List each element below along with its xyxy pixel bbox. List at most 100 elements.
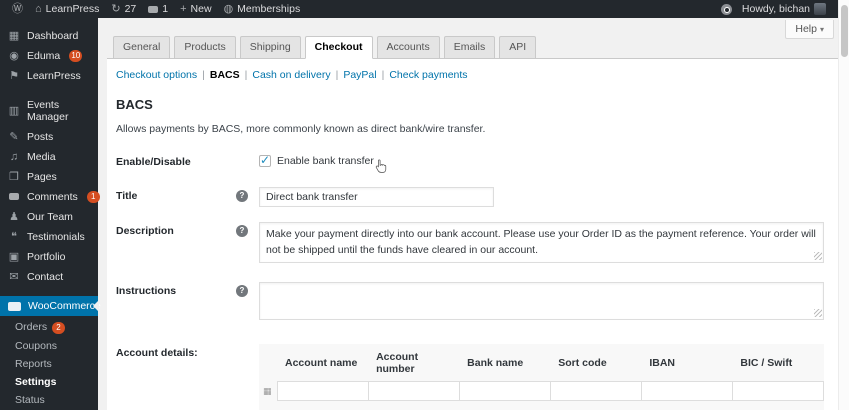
subnav-paypal[interactable]: PayPal: [343, 69, 376, 81]
tab-checkout[interactable]: Checkout: [304, 36, 373, 59]
eduma-icon: ◉: [9, 49, 19, 62]
plus-icon: +: [180, 2, 187, 15]
tab-products[interactable]: Products: [174, 36, 236, 59]
site-name: LearnPress: [45, 3, 100, 15]
woocommerce-icon: [8, 301, 21, 311]
orders-badge: 2: [52, 322, 66, 334]
site-link[interactable]: ⌂ LearnPress: [29, 3, 105, 15]
instructions-row: Instructions ?: [116, 282, 824, 320]
sidebar-item-eduma[interactable]: ◉ Eduma 10: [0, 46, 98, 66]
tab-shipping[interactable]: Shipping: [239, 36, 301, 59]
bank-name-input[interactable]: [459, 382, 550, 400]
description-textarea[interactable]: Make your payment directly into our bank…: [259, 222, 824, 263]
contact-icon: ✉: [9, 270, 19, 283]
memberships-label: Memberships: [237, 3, 301, 15]
sidebar-item-woocommerce[interactable]: WooCommerce: [0, 296, 101, 316]
column-account-number: Account number: [376, 351, 419, 375]
wordpress-menu-button[interactable]: Ⓦ: [6, 3, 29, 15]
sidebar-item-posts[interactable]: ✎ Posts: [0, 127, 98, 147]
subnav-cash-on-delivery[interactable]: Cash on delivery: [252, 69, 330, 81]
sidebar-item-portfolio[interactable]: ▣ Portfolio: [0, 247, 98, 267]
updates-button[interactable]: ↻ 27: [105, 3, 142, 15]
pages-icon: ❐: [9, 170, 19, 183]
enable-bank-transfer-checkbox[interactable]: [259, 153, 271, 167]
scrollbar-thumb[interactable]: [841, 5, 848, 57]
column-account-name: Account name: [285, 357, 358, 369]
bic-swift-input[interactable]: [732, 382, 823, 400]
avatar: [814, 3, 826, 15]
settings-tabs: General Products Shipping Checkout Accou…: [107, 36, 838, 59]
submenu-item-settings[interactable]: Settings: [0, 373, 98, 391]
title-label: Title: [116, 190, 138, 202]
instructions-textarea[interactable]: [259, 282, 824, 320]
chevron-down-icon: ▾: [819, 25, 824, 34]
submenu-item-orders[interactable]: Orders 2: [0, 318, 98, 337]
scrollbar[interactable]: [838, 0, 849, 410]
wordpress-admin-screen: Ⓦ ⌂ LearnPress ↻ 27 1 + New ◍ Membership…: [0, 0, 849, 410]
sidebar-item-testimonials[interactable]: ❝ Testimonials: [0, 227, 98, 247]
sidebar-item-contact[interactable]: ✉ Contact: [0, 267, 98, 287]
comments-count: 1: [162, 3, 169, 15]
admin-sidebar: ▦ Dashboard ◉ Eduma 10 ⚑ LearnPress ▥ Ev…: [0, 18, 101, 410]
comments-badge: 1: [86, 191, 100, 203]
home-icon: ⌂: [35, 2, 42, 15]
admin-bar: Ⓦ ⌂ LearnPress ↻ 27 1 + New ◍ Membership…: [0, 0, 838, 18]
testimonials-icon: ❝: [11, 230, 17, 243]
enable-row: Enable/Disable Enable bank transfer: [116, 153, 824, 173]
account-details-panel: Account name Account number Bank name So…: [259, 344, 825, 410]
sidebar-item-media[interactable]: ♫ Media: [0, 147, 98, 167]
eduma-badge: 10: [69, 50, 83, 62]
title-input[interactable]: [259, 187, 494, 207]
sidebar-item-pages[interactable]: ❐ Pages: [0, 167, 98, 187]
sidebar-item-learnpress[interactable]: ⚑ LearnPress: [0, 66, 98, 86]
tab-accounts[interactable]: Accounts: [376, 36, 440, 59]
settings-panel: Checkout options BACS Cash on delivery PayP…: [107, 58, 838, 410]
iban-input[interactable]: [641, 382, 732, 400]
portfolio-icon: ▣: [8, 250, 20, 263]
drag-handle-icon[interactable]: ▦: [263, 386, 272, 396]
main-content: Help ▾ General Products Shipping Checkout…: [98, 18, 849, 410]
account-menu[interactable]: Howdy, bichan: [736, 3, 832, 15]
sidebar-item-comments[interactable]: Comments 1: [0, 187, 100, 207]
memberships-button[interactable]: ◍ Memberships: [218, 3, 307, 15]
subnav-checkout-options[interactable]: Checkout options: [116, 69, 197, 81]
page-title: BACS: [116, 97, 153, 112]
column-iban: IBAN: [649, 357, 675, 369]
submenu-item-coupons[interactable]: Coupons: [0, 337, 98, 355]
help-tip-icon[interactable]: ?: [236, 285, 248, 297]
submenu-item-status[interactable]: Status: [0, 391, 98, 409]
comments-button[interactable]: 1: [142, 3, 174, 15]
dashboard-icon: ▦: [8, 29, 20, 42]
tab-api[interactable]: API: [499, 36, 537, 59]
sidebar-item-our-team[interactable]: ♟ Our Team: [0, 207, 98, 227]
account-details-table: Account name Account number Bank name So…: [259, 345, 825, 401]
updates-count: 27: [124, 3, 137, 15]
cursor-hand-icon: [375, 159, 387, 173]
new-button[interactable]: + New: [174, 3, 217, 15]
media-icon: ♫: [9, 150, 19, 163]
memberships-icon: ◍: [223, 2, 234, 15]
description-row: Description ? Make your payment directly…: [116, 222, 824, 263]
calendar-icon: ▥: [8, 104, 20, 117]
subnav-bacs-current: BACS: [209, 69, 240, 81]
account-number-input[interactable]: [368, 382, 459, 400]
column-sort-code: Sort code: [558, 357, 607, 369]
help-tip-icon[interactable]: ?: [236, 190, 248, 202]
submenu-item-reports[interactable]: Reports: [0, 355, 98, 373]
account-name-input[interactable]: [277, 382, 368, 400]
tab-general[interactable]: General: [113, 36, 171, 59]
tab-emails[interactable]: Emails: [443, 36, 496, 59]
account-details-label: Account details:: [116, 347, 198, 359]
account-details-row: Account details: Account name Account nu…: [116, 344, 825, 410]
section-description: Allows payments by BACS, more commonly k…: [116, 123, 486, 135]
sidebar-item-dashboard[interactable]: ▦ Dashboard: [0, 26, 98, 46]
sidebar-item-events-manager[interactable]: ▥ Events Manager: [0, 95, 98, 127]
subnav-check-payments[interactable]: Check payments: [389, 69, 467, 81]
help-tip-icon[interactable]: ?: [236, 225, 248, 237]
comments-icon: [148, 5, 159, 13]
account-table-row: ▦: [259, 381, 825, 401]
plugin-status-icon[interactable]: [720, 3, 732, 15]
enable-label: Enable/Disable: [116, 156, 191, 168]
sort-code-input[interactable]: [550, 382, 641, 400]
title-row: Title ?: [116, 187, 824, 207]
